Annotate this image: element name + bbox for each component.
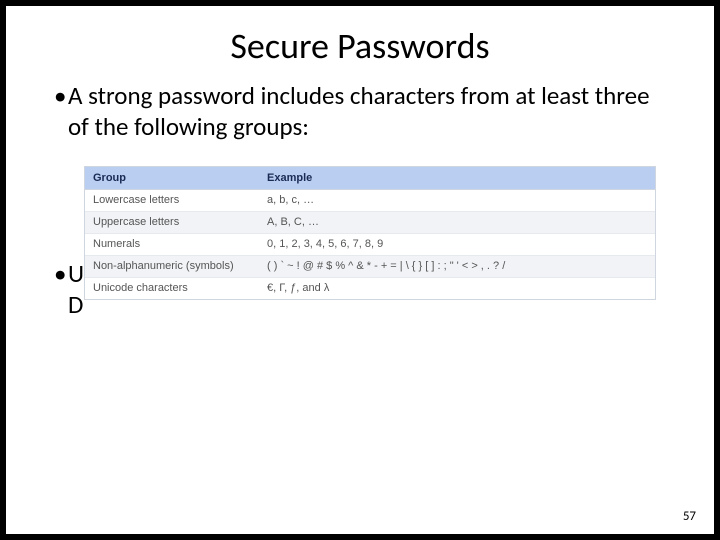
slide: Secure Passwords • A strong password inc… [6, 6, 714, 534]
table-row: Lowercase letters a, b, c, … [85, 189, 655, 211]
table-header-row: Group Example [85, 167, 655, 189]
bullet-list: • A strong password includes characters … [54, 80, 674, 143]
col-header-group: Group [85, 167, 259, 189]
table: Group Example Lowercase letters a, b, c,… [85, 167, 655, 299]
cell-example: €, Γ, ƒ, and λ [259, 277, 655, 299]
bullet-dot: • [54, 80, 68, 143]
cell-group: Numerals [85, 233, 259, 255]
cell-group: Uppercase letters [85, 211, 259, 233]
cell-group: Non-alphanumeric (symbols) [85, 255, 259, 277]
cell-example: ( ) ` ~ ! @ # $ % ^ & * - + = | \ { } [ … [259, 255, 655, 277]
cell-example: 0, 1, 2, 3, 4, 5, 6, 7, 8, 9 [259, 233, 655, 255]
cell-example: a, b, c, … [259, 189, 655, 211]
cell-example: A, B, C, … [259, 211, 655, 233]
table-row: Uppercase letters A, B, C, … [85, 211, 655, 233]
slide-title: Secure Passwords [6, 24, 714, 68]
bullet-dot: • [54, 258, 68, 289]
cell-group: Unicode characters [85, 277, 259, 299]
table-row: Numerals 0, 1, 2, 3, 4, 5, 6, 7, 8, 9 [85, 233, 655, 255]
bullet-text-1: A strong password includes characters fr… [68, 80, 674, 143]
col-header-example: Example [259, 167, 655, 189]
bullet-item-1: • A strong password includes characters … [54, 80, 674, 143]
page-number: 57 [683, 509, 696, 524]
password-groups-table: Group Example Lowercase letters a, b, c,… [84, 166, 656, 300]
cell-group: Lowercase letters [85, 189, 259, 211]
table-row: Non-alphanumeric (symbols) ( ) ` ~ ! @ #… [85, 255, 655, 277]
table-row: Unicode characters €, Γ, ƒ, and λ [85, 277, 655, 299]
